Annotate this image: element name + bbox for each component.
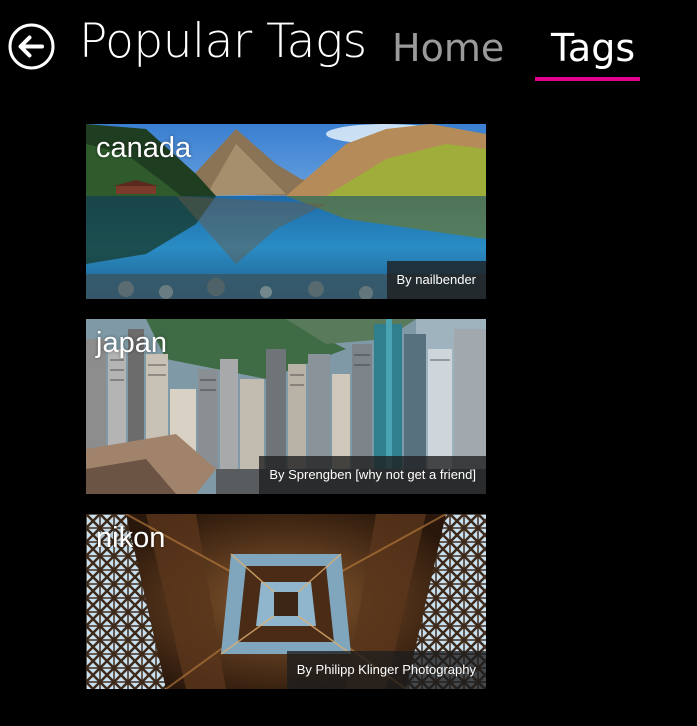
tile-label: japan <box>96 327 167 359</box>
tag-tile-canada[interactable]: canada By nailbender <box>86 124 486 299</box>
tab-tags[interactable]: Tags <box>551 22 635 74</box>
tile-credit: By Philipp Klinger Photography <box>286 651 486 689</box>
tab-home[interactable]: Home <box>392 22 504 74</box>
page-title: Popular Tags <box>79 14 367 69</box>
tile-label: nikon <box>96 522 166 554</box>
tile-credit: By nailbender <box>386 261 486 299</box>
back-arrow-icon <box>8 23 55 70</box>
active-tab-indicator <box>535 77 640 81</box>
tag-tile-japan[interactable]: japan By Sprengben [why not get a friend… <box>86 319 486 494</box>
tile-label: canada <box>96 132 192 164</box>
tile-credit: By Sprengben [why not get a friend] <box>259 456 486 494</box>
tag-tile-nikon[interactable]: nikon By Philipp Klinger Photography <box>86 514 486 689</box>
back-button[interactable] <box>8 23 55 70</box>
tag-tile-list: canada By nailbender japan By Sprengben … <box>86 124 486 709</box>
header: Popular Tags Home Tags <box>0 0 697 100</box>
